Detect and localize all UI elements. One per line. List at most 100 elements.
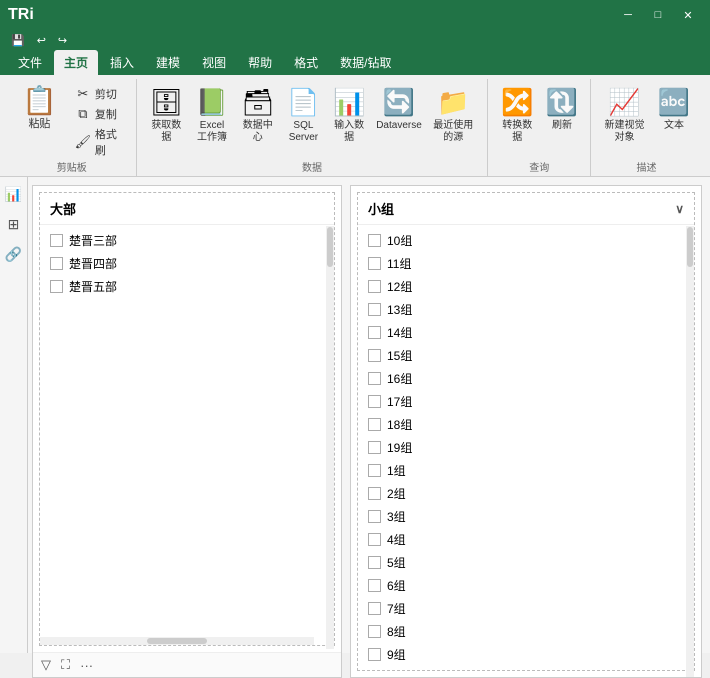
xiaozu-item-1[interactable]: 11组 [364, 252, 688, 275]
xiaozu-checkbox-16[interactable] [368, 602, 381, 615]
xiaozu-item-0[interactable]: 10组 [364, 229, 688, 252]
dabu-checkbox-0[interactable] [50, 234, 63, 247]
paste-button[interactable]: 📋 粘贴 [16, 83, 63, 135]
input-data-button[interactable]: 📊 输入数据 [327, 83, 370, 147]
transform-button[interactable]: 🔀 转换数据 [496, 83, 538, 147]
dabu-hscrollbar[interactable] [40, 637, 314, 645]
data-group-label: 数据 [145, 159, 480, 176]
xiaozu-checkbox-17[interactable] [368, 625, 381, 638]
textbox-button[interactable]: 🔤 文本 [654, 83, 694, 135]
format-brush-icon: 🖌 [75, 134, 91, 150]
xiaozu-checkbox-4[interactable] [368, 326, 381, 339]
datacentre-button[interactable]: 🗃 数据中心 [236, 83, 279, 147]
close-button[interactable]: ✕ [674, 5, 702, 25]
xiaozu-item-12[interactable]: 3组 [364, 505, 688, 528]
tab-datadrilldown[interactable]: 数据/钻取 [330, 50, 401, 75]
xiaozu-checkbox-8[interactable] [368, 418, 381, 431]
window-controls: ─ □ ✕ [614, 5, 702, 25]
xiaozu-item-4[interactable]: 14组 [364, 321, 688, 344]
tab-format[interactable]: 格式 [284, 50, 328, 75]
tab-home[interactable]: 主页 [54, 50, 98, 75]
input-data-label: 输入数据 [331, 120, 366, 144]
dabu-scrollbar[interactable] [326, 226, 334, 649]
save-quick-btn[interactable]: 💾 [8, 33, 28, 48]
expand-icon[interactable]: ⛶ [61, 657, 70, 673]
sql-button[interactable]: 📄 SQLServer [283, 83, 323, 147]
titlebar: TRi ─ □ ✕ [0, 0, 710, 30]
xiaozu-item-11[interactable]: 2组 [364, 482, 688, 505]
xiaozu-body[interactable]: 10组 11组 12组 13组 [358, 225, 694, 670]
xiaozu-scrollbar[interactable] [686, 226, 694, 677]
xiaozu-checkbox-1[interactable] [368, 257, 381, 270]
dabu-item-2[interactable]: 楚晋五部 [46, 275, 328, 298]
xiaozu-item-6[interactable]: 16组 [364, 367, 688, 390]
dabu-checkbox-2[interactable] [50, 280, 63, 293]
new-visual-button[interactable]: 📈 新建视觉对象 [599, 83, 650, 147]
xiaozu-item-3[interactable]: 13组 [364, 298, 688, 321]
new-visual-label: 新建视觉对象 [603, 120, 646, 144]
redo-quick-btn[interactable]: ↪ [55, 33, 70, 48]
xiaozu-checkbox-11[interactable] [368, 487, 381, 500]
xiaozu-checkbox-15[interactable] [368, 579, 381, 592]
xiaozu-item-10[interactable]: 1组 [364, 459, 688, 482]
xiaozu-item-2[interactable]: 12组 [364, 275, 688, 298]
tab-insert[interactable]: 插入 [100, 50, 144, 75]
xiaozu-checkbox-10[interactable] [368, 464, 381, 477]
quick-access-toolbar: 💾 ↩ ↪ [0, 30, 710, 50]
xiaozu-header: 小组 ∨ [358, 193, 694, 225]
xiaozu-item-7[interactable]: 17组 [364, 390, 688, 413]
undo-quick-btn[interactable]: ↩ [34, 33, 49, 48]
xiaozu-item-16[interactable]: 7组 [364, 597, 688, 620]
tab-help[interactable]: 帮助 [238, 50, 282, 75]
xiaozu-checkbox-5[interactable] [368, 349, 381, 362]
copy-button[interactable]: ⧉ 复制 [71, 105, 124, 123]
xiaozu-checkbox-0[interactable] [368, 234, 381, 247]
xiaozu-item-18[interactable]: 9组 [364, 643, 688, 666]
dataverse-button[interactable]: 🔄 Dataverse [375, 83, 423, 135]
xiaozu-checkbox-2[interactable] [368, 280, 381, 293]
format-brush-button[interactable]: 🖌 格式刷 [71, 125, 124, 159]
xiaozu-checkbox-14[interactable] [368, 556, 381, 569]
tab-file[interactable]: 文件 [8, 50, 52, 75]
xiaozu-checkbox-3[interactable] [368, 303, 381, 316]
xiaozu-item-14[interactable]: 5组 [364, 551, 688, 574]
xiaozu-item-15[interactable]: 6组 [364, 574, 688, 597]
sidebar-icon-chart[interactable]: 📊 [3, 183, 25, 205]
dataverse-icon: 🔄 [383, 86, 415, 118]
sidebar-icon-table[interactable]: ⊞ [3, 213, 25, 235]
xiaozu-item-17[interactable]: 8组 [364, 620, 688, 643]
xiaozu-item-5[interactable]: 15组 [364, 344, 688, 367]
tab-view[interactable]: 视图 [192, 50, 236, 75]
minimize-button[interactable]: ─ [614, 5, 642, 25]
xiaozu-label-8: 18组 [387, 416, 412, 433]
dabu-body[interactable]: 楚晋三部 楚晋四部 楚晋五部 [40, 225, 334, 637]
sidebar: 📊 ⊞ 🔗 [0, 177, 28, 653]
dabu-item-0[interactable]: 楚晋三部 [46, 229, 328, 252]
dabu-item-1[interactable]: 楚晋四部 [46, 252, 328, 275]
xiaozu-label-15: 6组 [387, 577, 406, 594]
cut-button[interactable]: ✂ 剪切 [71, 85, 124, 103]
refresh-button[interactable]: 🔃 刷新 [542, 83, 582, 135]
xiaozu-checkbox-7[interactable] [368, 395, 381, 408]
recent-button[interactable]: 📁 最近使用的源 [427, 83, 479, 147]
xiaozu-checkbox-13[interactable] [368, 533, 381, 546]
more-icon[interactable]: ··· [80, 658, 93, 673]
dabu-checkbox-1[interactable] [50, 257, 63, 270]
sidebar-icon-model[interactable]: 🔗 [3, 243, 25, 265]
get-data-button[interactable]: 🗄 获取数据 [145, 83, 188, 147]
xiaozu-checkbox-6[interactable] [368, 372, 381, 385]
filter-icon[interactable]: ▽ [41, 657, 51, 673]
excel-button[interactable]: 📗 Excel工作簿 [192, 83, 232, 147]
xiaozu-collapse-icon[interactable]: ∨ [675, 202, 684, 216]
xiaozu-checkbox-9[interactable] [368, 441, 381, 454]
xiaozu-item-9[interactable]: 19组 [364, 436, 688, 459]
xiaozu-label-10: 1组 [387, 462, 406, 479]
xiaozu-item-13[interactable]: 4组 [364, 528, 688, 551]
xiaozu-checkbox-12[interactable] [368, 510, 381, 523]
xiaozu-label-6: 16组 [387, 370, 412, 387]
xiaozu-checkbox-18[interactable] [368, 648, 381, 661]
xiaozu-panel: 小组 ∨ 10组 11组 1 [350, 185, 702, 678]
xiaozu-item-8[interactable]: 18组 [364, 413, 688, 436]
restore-button[interactable]: □ [644, 5, 672, 25]
tab-model[interactable]: 建模 [146, 50, 190, 75]
